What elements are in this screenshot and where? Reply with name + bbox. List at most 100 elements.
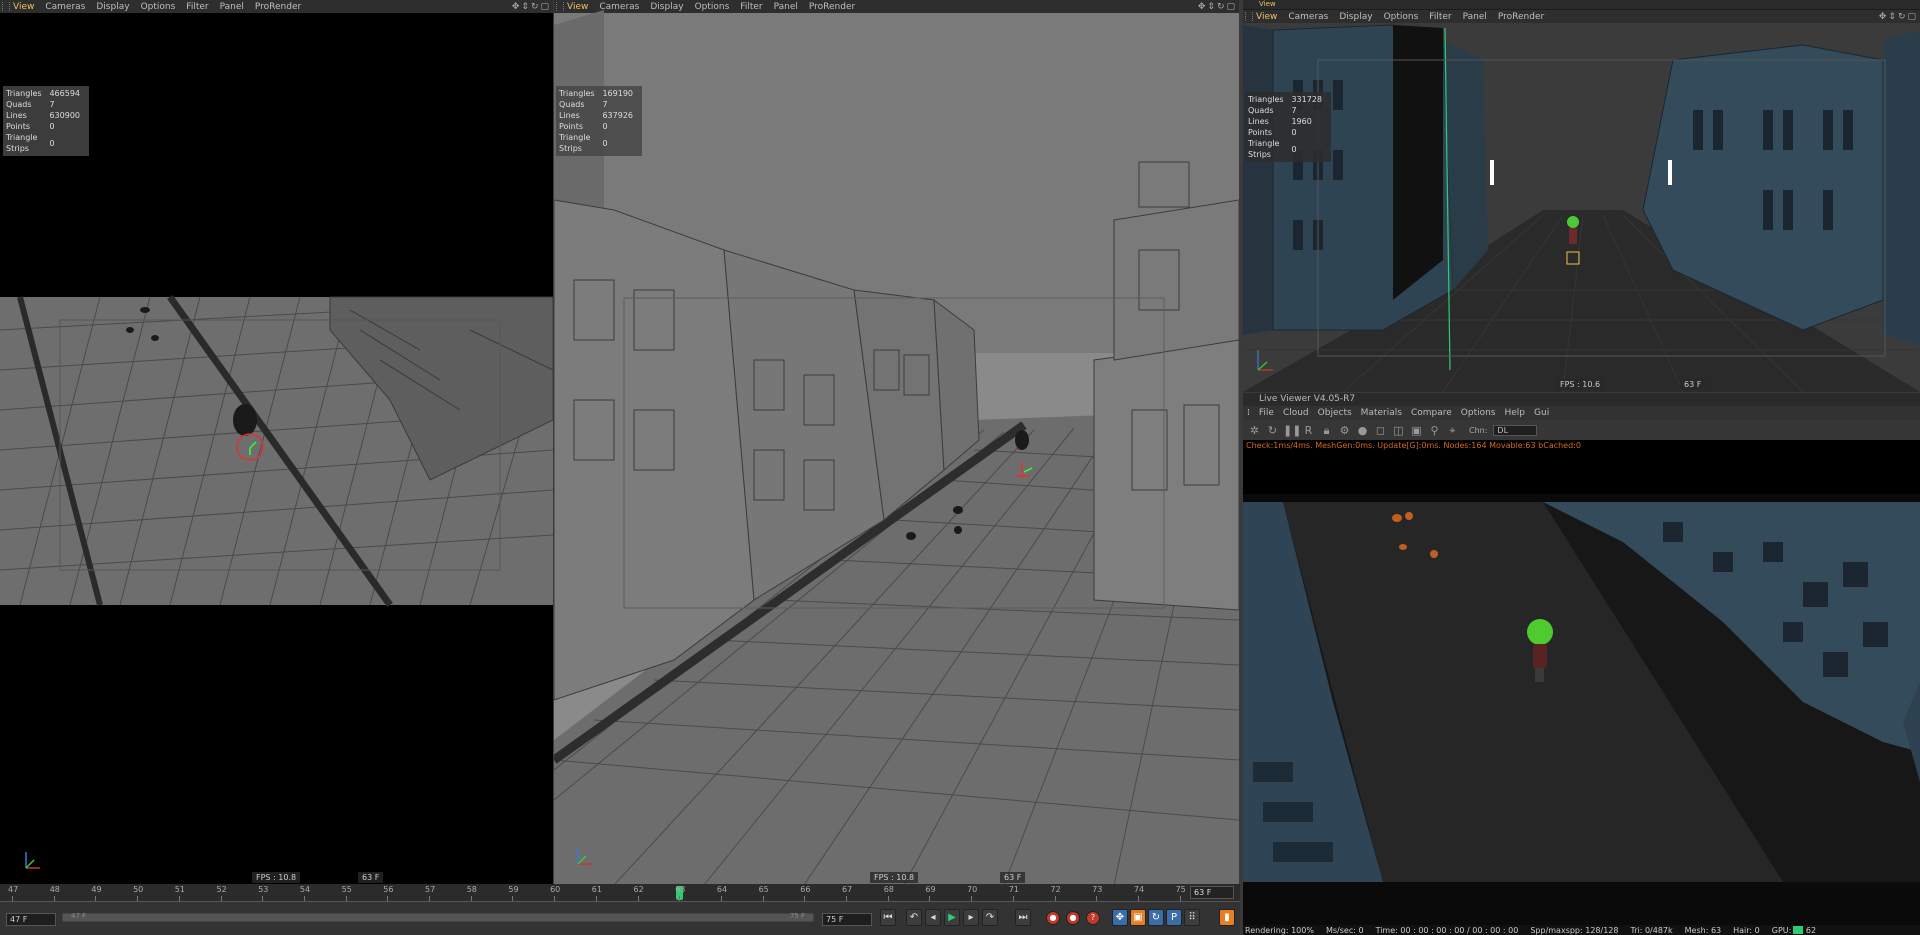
timeline-tick-label: 71 <box>1008 885 1019 894</box>
viewport-center-scene <box>554 10 1239 884</box>
timeline-tick-label: 56 <box>383 885 394 894</box>
goto-start-button[interactable]: ⏮ <box>880 909 896 926</box>
keyframe-selection-button[interactable]: ? <box>1086 911 1100 925</box>
prev-key-button[interactable]: ↶ <box>906 909 922 926</box>
lv-menu-compare[interactable]: Compare <box>1411 408 1452 418</box>
material-ball-icon[interactable]: ● <box>1355 423 1370 438</box>
settings-gear-icon[interactable]: ⚙ <box>1337 423 1352 438</box>
timeline-tick-mark <box>554 896 556 901</box>
viewport-center[interactable]: View Cameras Display Options Filter Pane… <box>554 0 1239 884</box>
status-text: Check:1ms/4ms. MeshGen:0ms. Update[G]:0m… <box>1246 441 1581 450</box>
render-time: Time: 00 : 00 : 00 : 00 / 00 : 00 : 00 <box>1375 925 1519 935</box>
timeline-tick-mark <box>1137 896 1139 901</box>
timeline-tick-mark <box>12 896 13 901</box>
clay-icon[interactable]: ◻ <box>1373 423 1388 438</box>
fps-readout: FPS : 10.6 <box>1556 379 1605 390</box>
live-viewer-title: Live Viewer V4.05-R7 <box>1243 393 1920 406</box>
live-viewer-panel: Live Viewer V4.05-R7 ⁞ File Cloud Object… <box>1243 393 1920 935</box>
live-viewer-render <box>1243 502 1920 882</box>
fps-readout: FPS : 10.8 <box>870 872 919 883</box>
timeline-tick-mark <box>95 896 97 901</box>
focus-icon[interactable]: ▣ <box>1409 423 1424 438</box>
pick-icon[interactable]: ⚲ <box>1427 423 1442 438</box>
lv-menu-help[interactable]: Help <box>1505 408 1526 418</box>
timeline-tick-mark <box>220 896 222 901</box>
scale-key-icon[interactable]: ▣ <box>1130 909 1146 926</box>
lv-menu-materials[interactable]: Materials <box>1361 408 1402 418</box>
timeline-tick-label: 65 <box>758 885 769 894</box>
autokey-button[interactable]: ● <box>1066 911 1080 925</box>
timeline-tick-label: 48 <box>49 885 60 894</box>
timeline-tick-label: 55 <box>341 885 352 894</box>
range-slider[interactable]: 47 F 75 F <box>62 912 814 922</box>
lock-icon[interactable]: 🔒︎ <box>1319 423 1334 438</box>
pin-icon[interactable]: ⌖ <box>1445 423 1460 438</box>
ms-per-sec: Ms/sec: 0 <box>1325 925 1364 935</box>
current-frame-field[interactable]: 63 F <box>1190 886 1234 899</box>
gpu-readout: GPU: 62 <box>1771 925 1817 935</box>
timeline-tick-mark <box>1179 896 1181 901</box>
timeline-tick-label: 67 <box>842 885 853 894</box>
timeline-tick-mark <box>1096 896 1098 901</box>
move-key-icon[interactable]: ✥ <box>1112 909 1128 926</box>
play-button[interactable]: ▶ <box>944 909 960 926</box>
timeline-tick-mark <box>595 896 597 901</box>
menu-grip-icon[interactable]: ⁞ <box>1247 408 1250 418</box>
next-frame-button[interactable]: ▸ <box>963 909 979 926</box>
timeline-tick-mark <box>53 896 55 901</box>
timeline-tick-mark <box>429 896 430 901</box>
rotate-key-icon[interactable]: ↻ <box>1148 909 1164 926</box>
prev-frame-button[interactable]: ◂ <box>925 909 941 926</box>
region-icon[interactable]: ◫ <box>1391 423 1406 438</box>
start-frame-field[interactable]: 47 F <box>6 913 56 926</box>
next-key-button[interactable]: ↷ <box>982 909 998 926</box>
timeline-tick-label: 51 <box>174 885 185 894</box>
timeline-tick-label: 47 <box>8 885 19 894</box>
channel-select[interactable]: DL <box>1493 424 1538 436</box>
channel-label: Chn: <box>1469 425 1488 435</box>
pla-key-icon[interactable]: ⠿ <box>1184 909 1200 926</box>
param-key-icon[interactable]: P <box>1166 909 1182 926</box>
frame-readout: 63 F <box>1680 379 1706 390</box>
fps-readout: FPS : 10.8 <box>252 872 301 883</box>
lv-menu-file[interactable]: File <box>1259 408 1274 418</box>
timeline-tick-mark <box>846 896 847 901</box>
send-scene-icon[interactable]: ✲ <box>1247 423 1262 438</box>
timeline-tick-label: 72 <box>1050 885 1061 894</box>
timeline-tick-mark <box>804 896 806 901</box>
end-frame-field[interactable]: 75 F <box>822 913 872 926</box>
frame-readout: 63 F <box>1000 872 1026 883</box>
timeline-tick-label: 57 <box>425 885 436 894</box>
timeline-tick-mark <box>1054 896 1056 901</box>
timeline-tick-mark <box>262 896 264 901</box>
lv-menu-objects[interactable]: Objects <box>1318 408 1352 418</box>
timeline-tick-mark <box>887 896 889 901</box>
timeline-ruler[interactable]: 63 F 47 48 49 50 51 52 53 54 55 56 57 58 59 60 61 62 63 6… <box>0 884 1240 902</box>
stats-panel: Triangles 466594 Quads 7 Lines 630900 Point… <box>3 86 89 156</box>
timeline-tick-label: 66 <box>800 885 811 894</box>
render-region-icon[interactable]: R <box>1301 423 1316 438</box>
hair-readout: Hair: 0 <box>1733 925 1760 935</box>
scheme-icon[interactable]: ▮ <box>1219 909 1235 926</box>
viewport-right[interactable]: View View Cameras Display Options Filter… <box>1243 0 1920 392</box>
timeline-tick-label: 60 <box>550 885 561 894</box>
timeline-tick-label: 54 <box>299 885 311 894</box>
timeline-tick-mark <box>1012 896 1014 901</box>
timeline-tick-mark <box>178 896 180 901</box>
timeline-tick-mark <box>345 896 347 901</box>
timeline-tick-mark <box>470 896 472 901</box>
timeline-tick-label: 49 <box>91 885 102 894</box>
timeline-tick-label: 73 <box>1092 885 1103 894</box>
goto-end-button[interactable]: ⏭ <box>1015 909 1031 926</box>
live-viewer-menubar: ⁞ File Cloud Objects Materials Compare O… <box>1243 406 1920 420</box>
rendering-progress: Rendering: 100% <box>1245 925 1314 935</box>
timeline-tick-label: 59 <box>508 885 519 894</box>
refresh-icon[interactable]: ↻ <box>1265 423 1280 438</box>
lv-menu-gui[interactable]: Gui <box>1534 408 1549 418</box>
lv-menu-cloud[interactable]: Cloud <box>1283 408 1309 418</box>
viewport-left[interactable]: View Cameras Display Options Filter Pane… <box>0 0 553 884</box>
timeline-tick-label: 68 <box>883 885 894 894</box>
lv-menu-options[interactable]: Options <box>1461 408 1496 418</box>
record-active-button[interactable]: ● <box>1046 911 1060 925</box>
pause-icon[interactable]: ❚❚ <box>1283 423 1301 438</box>
